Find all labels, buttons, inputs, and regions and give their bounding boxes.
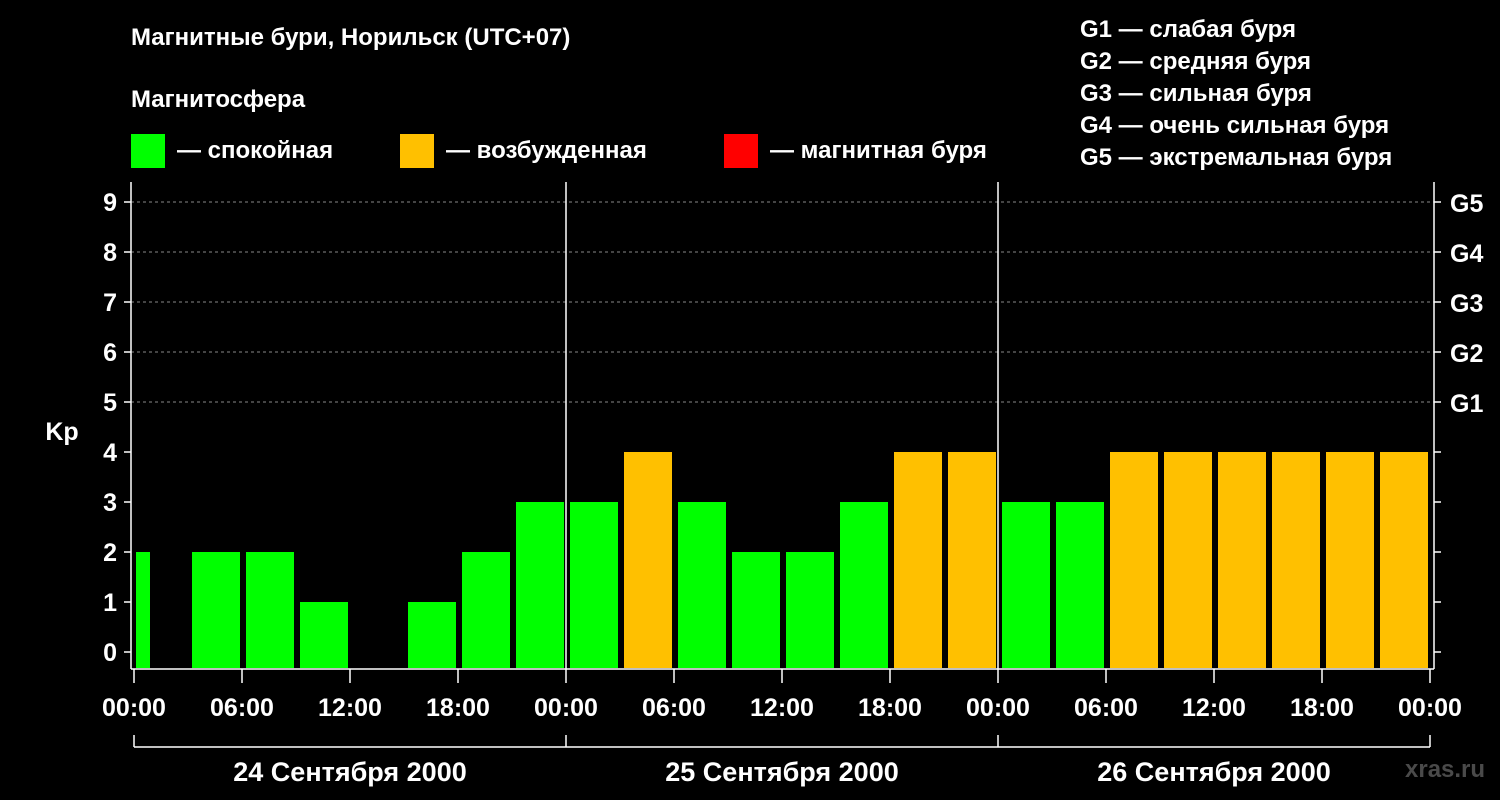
kp-bar <box>408 602 456 668</box>
x-tick-label: 06:00 <box>642 694 706 722</box>
kp-bar <box>624 452 672 668</box>
g-axis-label: G2 <box>1450 340 1483 368</box>
x-tick-label: 12:00 <box>750 694 814 722</box>
kp-bar <box>462 552 510 668</box>
x-tick-label: 18:00 <box>1290 694 1354 722</box>
x-tick-label: 06:00 <box>210 694 274 722</box>
kp-bar <box>1056 502 1104 668</box>
kp-bar <box>678 502 726 668</box>
g-axis-label: G5 <box>1450 190 1483 218</box>
x-tick-label: 00:00 <box>966 694 1030 722</box>
y-tick-label: 8 <box>103 239 117 267</box>
y-tick-label: 7 <box>103 289 117 317</box>
x-tick-label: 06:00 <box>1074 694 1138 722</box>
kp-bar <box>516 502 564 668</box>
kp-bar <box>1002 502 1050 668</box>
date-label: 26 Сентября 2000 <box>1097 757 1330 787</box>
kp-bar <box>1110 452 1158 668</box>
y-tick-label: 1 <box>103 589 117 617</box>
date-label: 25 Сентября 2000 <box>665 757 898 787</box>
y-tick-label: 0 <box>103 639 117 667</box>
y-tick-label: 5 <box>103 389 117 417</box>
g-axis-label: G3 <box>1450 290 1483 318</box>
kp-bar <box>192 552 240 668</box>
kp-bar <box>1164 452 1212 668</box>
x-tick-label: 00:00 <box>534 694 598 722</box>
x-tick-label: 12:00 <box>1182 694 1246 722</box>
y-tick-label: 9 <box>103 189 117 217</box>
x-tick-label: 18:00 <box>858 694 922 722</box>
x-tick-label: 12:00 <box>318 694 382 722</box>
kp-bar <box>1326 452 1374 668</box>
y-tick-label: 3 <box>103 489 117 517</box>
kp-bar <box>1380 452 1428 668</box>
y-tick-label: 4 <box>103 439 117 467</box>
kp-bar <box>1272 452 1320 668</box>
x-tick-label: 00:00 <box>102 694 166 722</box>
watermark: xras.ru <box>1405 756 1486 783</box>
kp-bar <box>840 502 888 668</box>
x-tick-label: 18:00 <box>426 694 490 722</box>
y-tick-label: 6 <box>103 339 117 367</box>
kp-bar <box>136 552 150 668</box>
kp-bar <box>1218 452 1266 668</box>
kp-bar <box>786 552 834 668</box>
kp-bar <box>732 552 780 668</box>
x-tick-label: 00:00 <box>1398 694 1462 722</box>
kp-chart: 0 1 2 3 4 5 6 7 8 9 G1 G2 G3 G4 G5 Kp 00:00 06:00 12:00 18:… <box>45 182 1483 787</box>
kp-bar <box>246 552 294 668</box>
kp-bar <box>300 602 348 668</box>
kp-bar <box>570 502 618 668</box>
kp-bar <box>894 452 942 668</box>
g-axis-label: G1 <box>1450 390 1483 418</box>
g-axis-label: G4 <box>1450 240 1483 268</box>
y-axis-label: Kp <box>45 418 78 446</box>
y-tick-label: 2 <box>103 539 117 567</box>
date-label: 24 Сентября 2000 <box>233 757 466 787</box>
kp-bar <box>948 452 996 668</box>
